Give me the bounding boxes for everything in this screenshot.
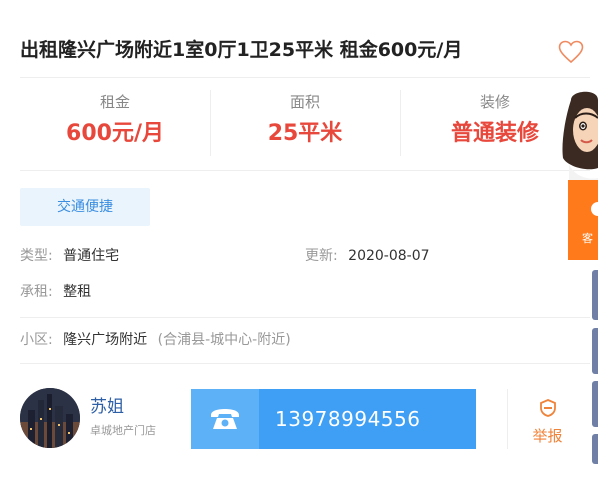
stat-label: 租金 bbox=[99, 93, 130, 111]
divider bbox=[20, 363, 590, 364]
info-label: 小区: bbox=[20, 332, 53, 348]
phone-number: 13978994556 bbox=[275, 407, 421, 431]
service-button[interactable] bbox=[568, 180, 598, 260]
city-photo bbox=[20, 388, 80, 448]
agent-store: 卓城地产门店 bbox=[90, 424, 156, 437]
phone-icon-area bbox=[191, 389, 259, 449]
stat-rent: 租金 600元/月 bbox=[20, 90, 210, 156]
info-label: 类型: bbox=[20, 248, 53, 264]
chat-icon bbox=[591, 202, 598, 216]
heart-icon[interactable] bbox=[558, 40, 584, 64]
divider bbox=[20, 170, 590, 171]
info-updated: 更新: 2020-08-07 bbox=[305, 245, 430, 267]
info-label: 承租: bbox=[20, 284, 53, 300]
info-value: 普通住宅 bbox=[63, 248, 120, 264]
agent-name[interactable]: 苏姐 bbox=[90, 396, 124, 418]
report-icon bbox=[539, 399, 556, 417]
info-value: 2020-08-07 bbox=[348, 248, 430, 264]
listing-title: 出租隆兴广场附近1室0厅1卫25平米 租金600元/月 bbox=[20, 39, 463, 61]
telephone-icon bbox=[211, 409, 239, 429]
avatar[interactable] bbox=[20, 388, 80, 448]
side-tab[interactable] bbox=[592, 381, 598, 427]
info-rent-type: 承租: 整租 bbox=[20, 281, 91, 303]
side-tab[interactable] bbox=[592, 434, 598, 464]
mascot-icon bbox=[562, 91, 598, 188]
report-button[interactable]: 举报 bbox=[507, 389, 587, 449]
community-link[interactable]: 隆兴广场附近 bbox=[63, 332, 147, 348]
service-label: 客 bbox=[582, 232, 593, 245]
info-label: 更新: bbox=[305, 248, 338, 264]
divider bbox=[20, 317, 590, 318]
listing-header: 出租隆兴广场附近1室0厅1卫25平米 租金600元/月 bbox=[20, 30, 590, 74]
side-tab[interactable] bbox=[592, 270, 598, 320]
info-community: 小区: 隆兴广场附近 (合浦县-城中心-附近) bbox=[20, 329, 291, 351]
report-label: 举报 bbox=[532, 427, 563, 445]
stat-label: 面积 bbox=[289, 93, 320, 111]
divider bbox=[20, 77, 590, 78]
key-stats: 租金 600元/月 面积 25平米 装修 普通装修 bbox=[20, 90, 590, 156]
community-location: (合浦县-城中心-附近) bbox=[157, 332, 291, 348]
info-value: 整租 bbox=[63, 284, 92, 300]
stat-area: 面积 25平米 bbox=[210, 90, 400, 156]
info-type: 类型: 普通住宅 bbox=[20, 245, 119, 267]
feature-tag: 交通便捷 bbox=[20, 188, 150, 226]
side-tab[interactable] bbox=[592, 328, 598, 374]
phone-button[interactable]: 13978994556 bbox=[191, 389, 476, 449]
stat-value: 600元/月 bbox=[66, 121, 164, 146]
agent-card[interactable]: 苏姐 卓城地产门店 bbox=[20, 388, 180, 448]
stat-value: 25平米 bbox=[267, 121, 343, 146]
